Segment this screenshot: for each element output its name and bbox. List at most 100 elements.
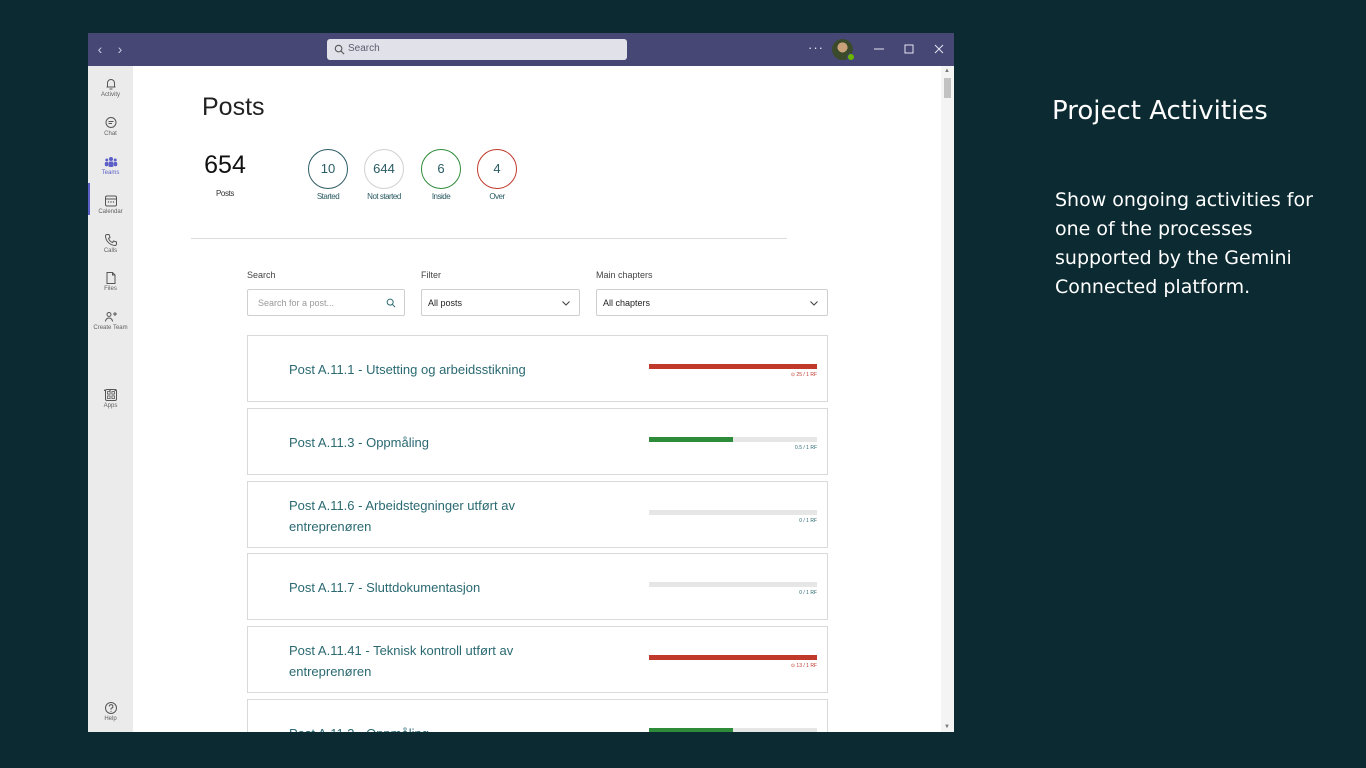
total-posts: 654 Posts — [202, 148, 248, 201]
stat-over[interactable]: 4 Over — [477, 149, 517, 201]
progress-fill — [649, 655, 817, 660]
chat-icon — [105, 117, 116, 128]
scroll-thumb[interactable] — [944, 78, 951, 98]
rail-item-label: Create Team — [93, 325, 128, 331]
post-title: Post A.11.3 - Oppmåling — [289, 700, 589, 732]
chevron-down-icon — [562, 301, 570, 306]
progress-bar — [649, 364, 817, 369]
filter-value: All posts — [428, 298, 463, 308]
total-posts-caption: Posts — [215, 189, 234, 198]
rail-item-chat[interactable]: Chat — [88, 116, 133, 152]
slide-title: Project Activities — [1052, 96, 1268, 126]
presence-indicator — [847, 53, 855, 61]
rail-item-create-team[interactable]: Create Team — [88, 310, 133, 346]
chapters-value: All chapters — [603, 298, 651, 308]
rail-item-label: Activity — [100, 92, 120, 98]
filter-dropdown[interactable]: All posts — [421, 289, 580, 316]
file-icon — [106, 272, 115, 284]
rail-item-calls[interactable]: Calls — [88, 233, 133, 269]
progress-meta: 0 / 1 RF — [799, 590, 817, 596]
more-options-button[interactable]: ··· — [808, 40, 824, 55]
stat-caption: Not started — [367, 192, 401, 201]
stat-circle: 644 — [364, 149, 404, 189]
search-icon — [334, 44, 345, 55]
post-title: Post A.11.6 - Arbeidstegninger utført av… — [289, 497, 515, 534]
search-label: Search — [247, 270, 276, 280]
stat-inside[interactable]: 6 Inside — [421, 149, 461, 201]
rail-item-label: Teams — [101, 170, 120, 176]
progress-fill — [649, 728, 733, 732]
post-title: Post A.11.1 - Utsetting og arbeidsstikni… — [289, 362, 526, 377]
filter-label: Filter — [421, 270, 441, 280]
stat-circle: 6 — [421, 149, 461, 189]
help-icon — [104, 702, 117, 714]
search-icon — [386, 298, 396, 308]
total-posts-value: 654 — [204, 151, 246, 179]
stat-caption: Started — [316, 192, 340, 201]
rail-item-label: Help — [104, 716, 117, 722]
page-title: Posts — [202, 93, 265, 121]
teams-icon — [104, 157, 117, 167]
forward-arrow-icon[interactable]: › — [112, 41, 128, 57]
minimize-icon[interactable] — [872, 42, 886, 56]
teams-window: ‹ › Search ··· Activity Chat Teams Calen… — [88, 33, 954, 732]
post-card[interactable]: Post A.11.41 - Teknisk kontroll utført a… — [247, 626, 828, 693]
progress-meta: ⊙ 25 / 1 RF — [790, 372, 817, 378]
post-card[interactable]: Post A.11.7 - Sluttdokumentasjon 0 / 1 R… — [247, 553, 828, 620]
chapters-label: Main chapters — [596, 270, 653, 280]
rail-item-label: Calls — [103, 248, 118, 254]
progress-meta: 0 / 1 RF — [799, 518, 817, 524]
scroll-down-icon[interactable]: ▼ — [944, 724, 950, 730]
rail-item-files[interactable]: Files — [88, 271, 133, 307]
title-bar: ‹ › Search ··· — [88, 33, 954, 66]
stat-not-started[interactable]: 644 Not started — [364, 149, 404, 201]
progress-bar — [649, 510, 817, 515]
rail-item-label: Calendar — [98, 209, 123, 215]
rail-item-label: Apps — [103, 403, 118, 409]
post-title: Post A.11.41 - Teknisk kontroll utført a… — [289, 642, 514, 679]
post-card[interactable]: Post A.11.3 - Oppmåling 0.5 / 1 RF — [247, 408, 828, 475]
progress-fill — [649, 437, 733, 442]
slide-description: Show ongoing activities for one of the p… — [1055, 189, 1313, 298]
chevron-down-icon — [810, 301, 818, 306]
calendar-icon — [104, 195, 117, 207]
post-card[interactable]: Post A.11.3 - Oppmåling — [247, 699, 828, 732]
avatar[interactable] — [832, 39, 855, 61]
apps-icon — [104, 389, 117, 401]
progress-fill — [649, 364, 817, 369]
section-divider — [191, 238, 787, 239]
stat-caption: Inside — [431, 192, 451, 201]
post-search-input[interactable]: Search for a post... — [247, 289, 405, 316]
global-search-input[interactable]: Search — [327, 39, 627, 60]
vertical-scrollbar[interactable]: ▲ ▼ — [941, 66, 954, 732]
post-search-placeholder: Search for a post... — [258, 298, 335, 308]
back-arrow-icon[interactable]: ‹ — [92, 41, 108, 57]
rail-item-activity[interactable]: Activity — [88, 77, 133, 113]
bell-icon — [106, 79, 115, 90]
post-card[interactable]: Post A.11.1 - Utsetting og arbeidsstikni… — [247, 335, 828, 402]
create-team-icon — [104, 312, 117, 322]
progress-bar — [649, 655, 817, 660]
stat-circle: 10 — [308, 149, 348, 189]
scroll-up-icon[interactable]: ▲ — [944, 68, 950, 74]
stat-started[interactable]: 10 Started — [308, 149, 348, 201]
rail-item-label: Chat — [104, 131, 117, 137]
rail-item-calendar[interactable]: Calendar — [88, 194, 133, 230]
progress-bar — [649, 582, 817, 587]
close-icon[interactable] — [932, 42, 946, 56]
post-title: Post A.11.3 - Oppmåling — [289, 435, 429, 450]
stat-caption: Over — [489, 192, 505, 201]
progress-meta: ⊙ 13 / 1 RF — [790, 663, 817, 669]
progress-bar — [649, 437, 817, 442]
post-card[interactable]: Post A.11.6 - Arbeidstegninger utført av… — [247, 481, 828, 548]
app-bar: Activity Chat Teams Calendar Calls Files… — [88, 66, 133, 732]
phone-icon — [104, 234, 117, 247]
chapters-dropdown[interactable]: All chapters — [596, 289, 828, 316]
rail-item-help[interactable]: Help — [88, 701, 133, 732]
global-search-placeholder: Search — [348, 43, 380, 54]
progress-meta: 0.5 / 1 RF — [795, 445, 817, 451]
rail-item-teams[interactable]: Teams — [88, 155, 133, 191]
rail-item-label: Files — [104, 286, 117, 292]
maximize-icon[interactable] — [902, 42, 916, 56]
rail-item-apps[interactable]: Apps — [88, 388, 133, 424]
